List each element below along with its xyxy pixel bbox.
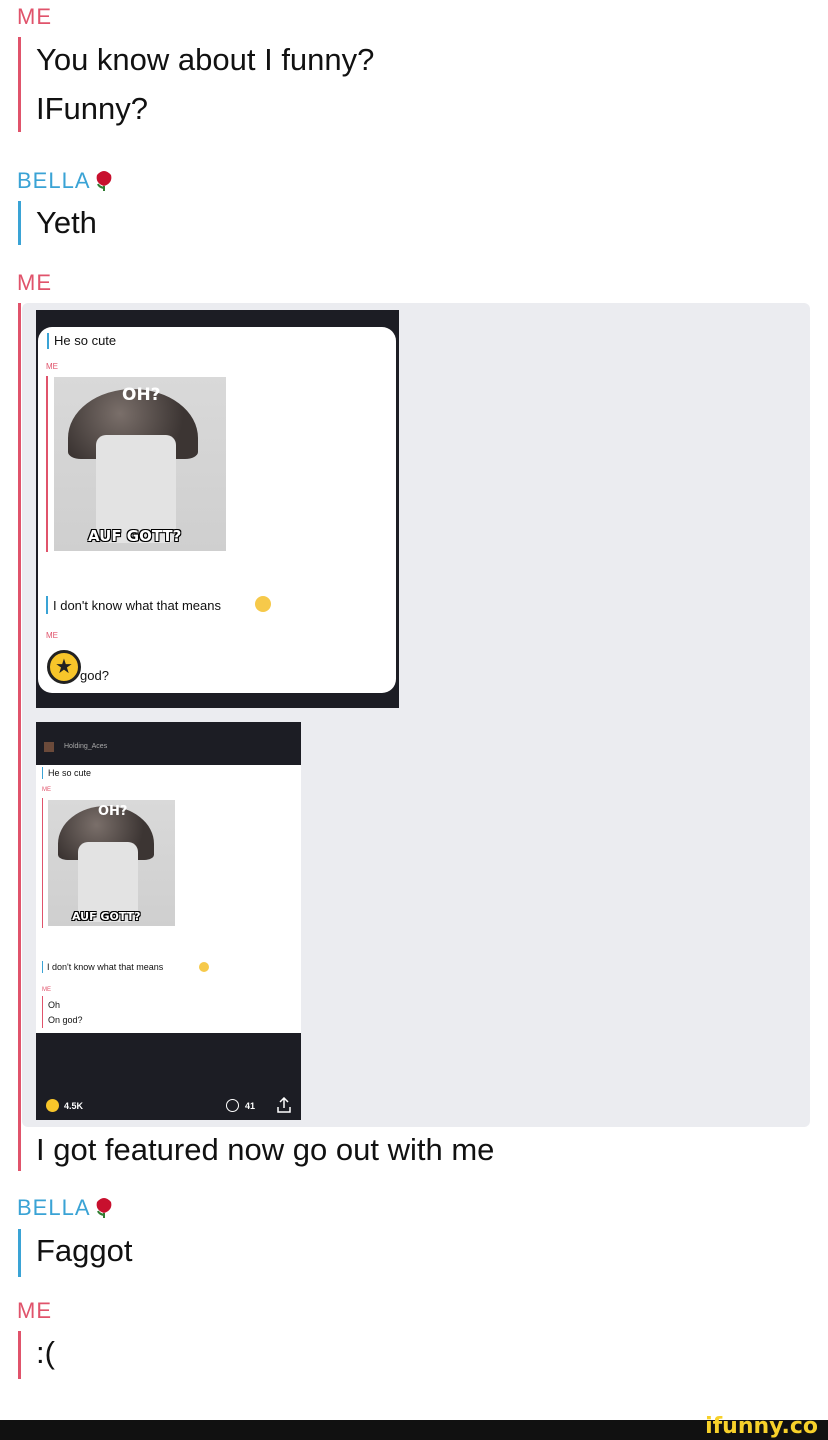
quote-text: I don't know what that means <box>47 962 164 972</box>
comment-icon[interactable] <box>226 1099 239 1112</box>
username: Holding_Aces <box>64 743 108 750</box>
message-line: :( <box>36 1335 55 1370</box>
message-bar <box>18 1331 21 1379</box>
quote-bar <box>42 767 43 779</box>
footer-bar <box>0 1420 828 1440</box>
message-line: I got featured now go out with me <box>36 1132 495 1167</box>
meme-top-text: OH? <box>122 385 161 405</box>
share-icon[interactable] <box>277 1097 291 1113</box>
meme-bottom-text: AUF GOTT? <box>72 910 141 923</box>
smile-icon[interactable] <box>46 1099 59 1112</box>
sender-label: BELLA <box>17 1195 115 1221</box>
star-icon[interactable]: ★ <box>47 650 81 684</box>
smile-count: 4.5K <box>64 1101 84 1111</box>
quote-bar <box>46 596 48 614</box>
message-line: Faɡɡot <box>36 1233 133 1268</box>
avatar <box>44 742 54 752</box>
meme-image: OH? AUF GOTT? <box>54 377 226 551</box>
message-line: You know about I funny? <box>36 42 375 77</box>
quote-sender: ME <box>42 787 51 793</box>
sender-name: BELLA <box>17 168 91 193</box>
message-bar <box>18 303 21 1171</box>
message-line: IFunny? <box>36 91 149 126</box>
sender-label: ME <box>17 4 52 29</box>
quote-sender: ME <box>46 362 58 371</box>
emoji-icon <box>199 962 209 972</box>
message-bar <box>18 201 21 245</box>
quote-bar <box>42 961 43 973</box>
quote-bar <box>46 376 48 552</box>
sender-label: BELLA <box>17 168 115 194</box>
ifunny-logo: ifunny.co <box>705 1414 818 1439</box>
message-line: Yeth <box>36 205 97 240</box>
message-bar <box>18 37 21 132</box>
quote-sender: ME <box>42 987 51 993</box>
quote-bar <box>47 333 49 349</box>
quote-text: Oh <box>48 1000 61 1010</box>
quote-sender: ME <box>46 631 58 640</box>
meme-bottom-text: AUF GOTT? <box>88 527 182 545</box>
quote-bar <box>42 996 43 1028</box>
quote-text: On god? <box>48 1015 83 1025</box>
sender-label: ME <box>17 1298 52 1323</box>
quote-text: I don't know what that means <box>53 598 221 613</box>
emoji-icon <box>255 596 271 612</box>
quote-text: god? <box>80 668 109 683</box>
rose-icon <box>96 1198 111 1218</box>
sender-name: BELLA <box>17 1195 91 1220</box>
quote-bar <box>42 798 43 928</box>
comment-count: 41 <box>245 1101 256 1111</box>
meme-top-text: OH? <box>98 804 128 819</box>
meme-image: OH? AUF GOTT? <box>48 800 175 926</box>
message-bar <box>18 1229 21 1277</box>
quote-text: He so cute <box>54 333 117 348</box>
sender-label: ME <box>17 270 52 295</box>
quote-text: He so cute <box>48 768 92 778</box>
rose-icon <box>96 171 111 191</box>
